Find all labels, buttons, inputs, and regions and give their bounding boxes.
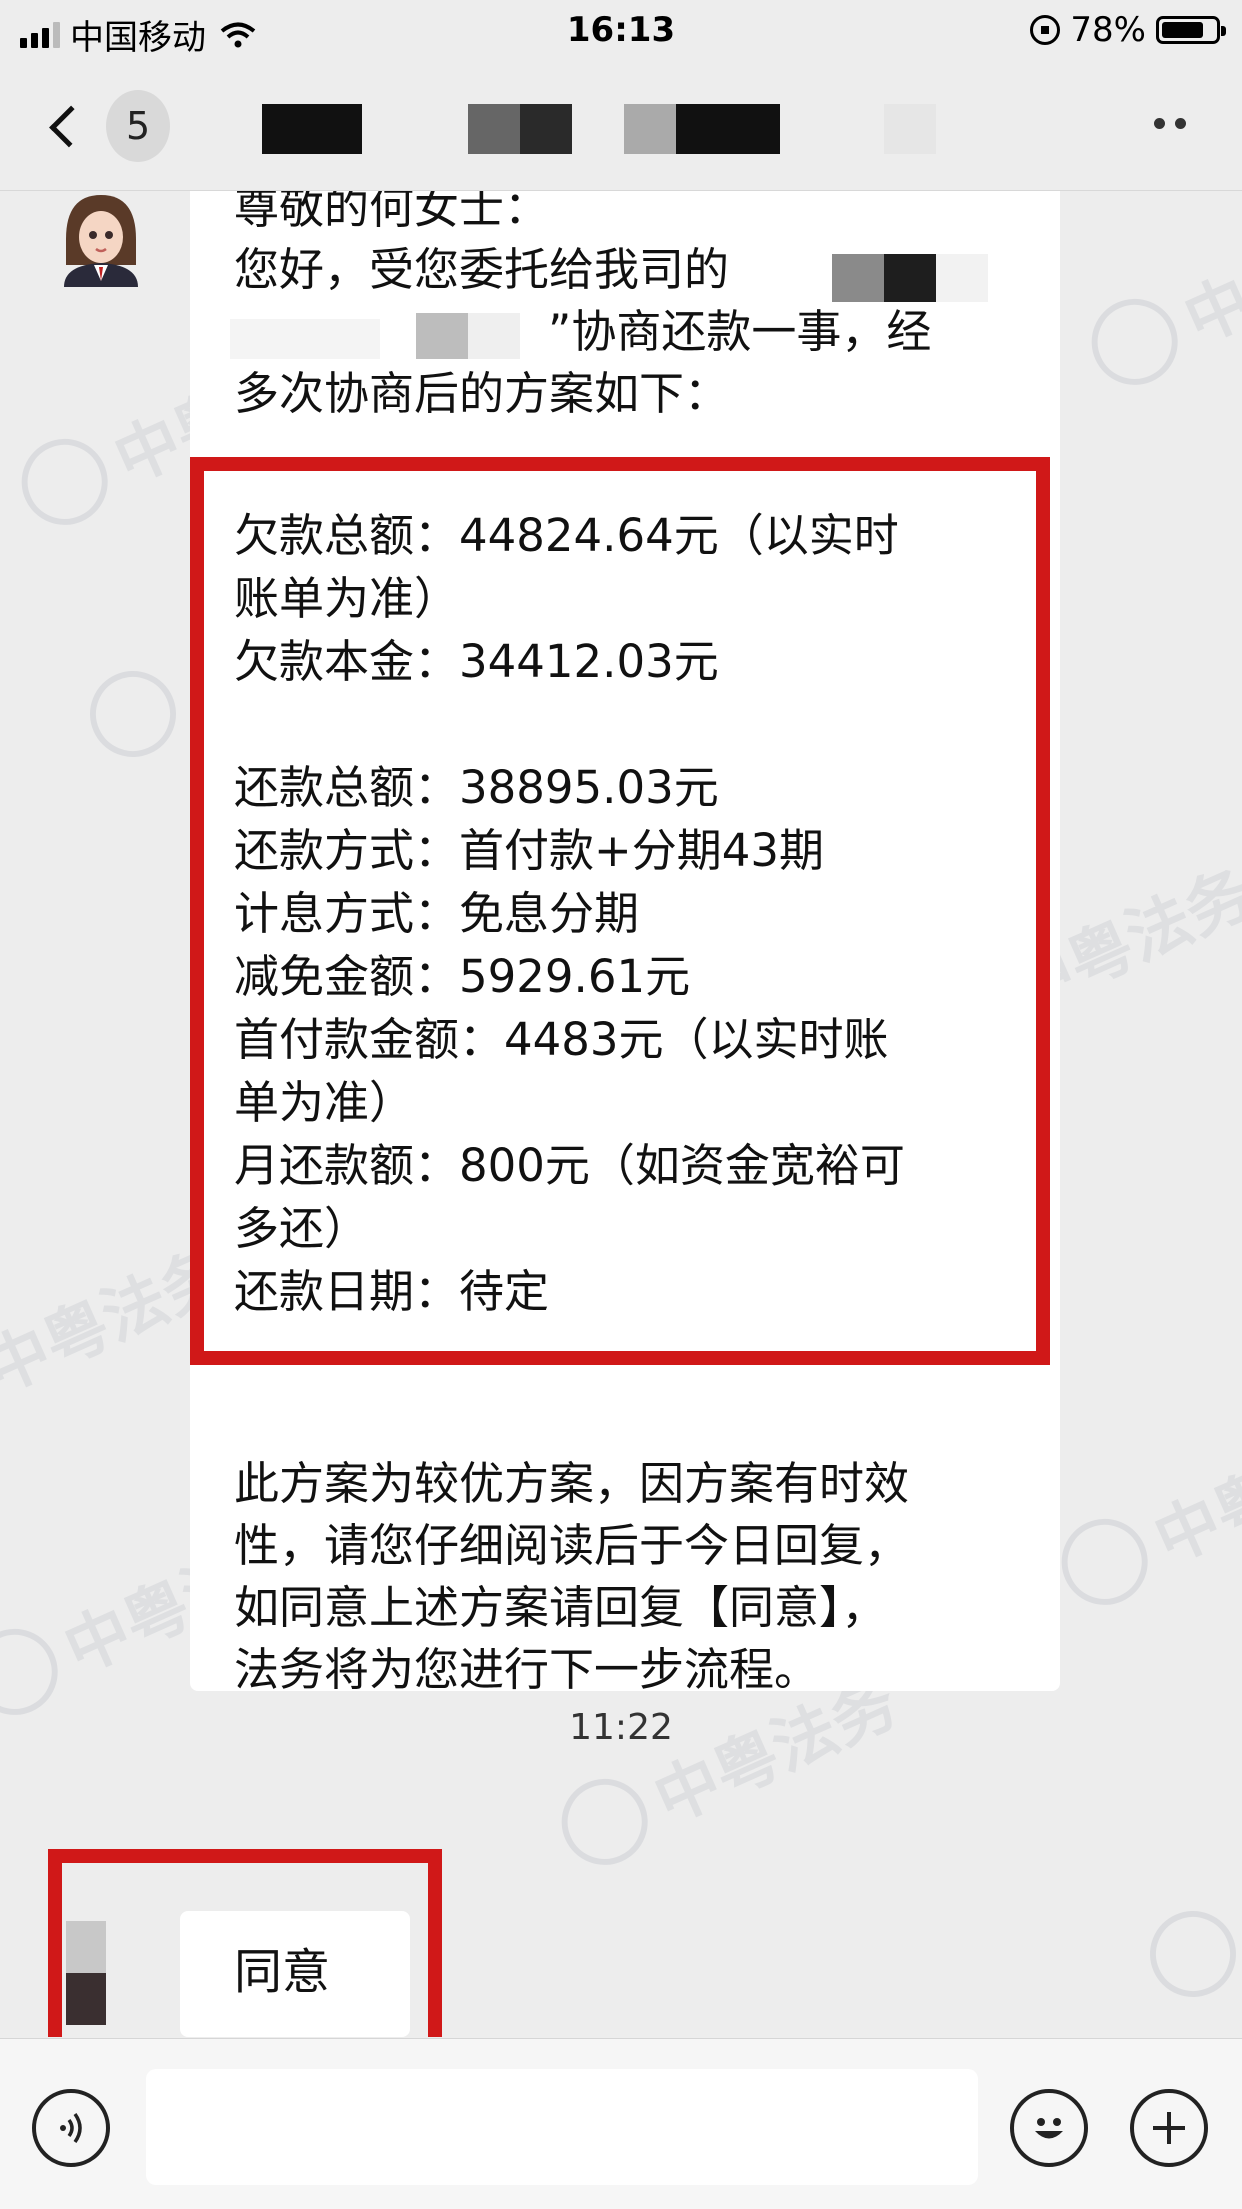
watermark [76, 657, 190, 771]
plan-highlight-box [190, 457, 1050, 1365]
battery-percent: 78% [1070, 10, 1146, 50]
message-line: 尊敬的何女士： [234, 191, 550, 234]
redaction-block [262, 104, 362, 154]
plus-icon [1153, 2112, 1185, 2144]
voice-button[interactable] [32, 2089, 110, 2167]
reply-highlight-box [48, 1849, 442, 2037]
redaction-block [520, 104, 572, 154]
message-input[interactable] [146, 2069, 978, 2185]
status-right: 78% [1030, 10, 1226, 50]
seal-icon [547, 1765, 662, 1879]
more-button[interactable] [1154, 118, 1186, 129]
emoji-icon [1035, 2118, 1063, 2139]
seal-icon [1047, 1505, 1162, 1619]
agent-avatar[interactable] [56, 191, 146, 287]
message-line: 如同意上述方案请回复【同意】， [234, 1581, 887, 1634]
watermark: 中粤法务 [1047, 1393, 1242, 1622]
redaction-block [884, 104, 936, 154]
emoji-button[interactable] [1010, 2089, 1088, 2167]
watermark: 中粤法务 [1077, 191, 1242, 401]
redaction-block [884, 254, 936, 302]
status-bar: 中国移动 16:13 78% [0, 0, 1242, 62]
redaction-block [468, 313, 520, 359]
message-timestamp: 11:22 [569, 1707, 673, 1748]
message-line: 多次协商后的方案如下： [234, 367, 730, 420]
message-line: 法务将为您进行下一步流程。 [234, 1643, 820, 1696]
more-functions-button[interactable] [1130, 2089, 1208, 2167]
voice-icon [60, 2112, 82, 2144]
more-icon [1154, 118, 1165, 129]
watermark [1136, 1897, 1242, 2011]
seal-icon [1136, 1897, 1242, 2011]
battery-icon [1156, 16, 1226, 44]
redaction-block [468, 104, 520, 154]
redaction-block [676, 104, 780, 154]
chat-area[interactable]: 中粤法务 中粤法务 中粤法务 中粤法务 中粤法务 中粤法务 中粤法务 尊敬的何女… [0, 191, 1242, 2037]
rotation-lock-icon [1030, 15, 1061, 45]
redaction-block [832, 254, 884, 302]
seal-icon [7, 425, 122, 539]
input-bar [0, 2038, 1242, 2209]
more-icon [1175, 118, 1186, 129]
redaction-block [230, 319, 380, 359]
battery-fill [1162, 22, 1203, 38]
message-line: 性，请您仔细阅读后于今日回复， [234, 1519, 910, 1572]
seal-icon [1077, 285, 1192, 399]
chat-title-redacted[interactable] [0, 104, 1242, 154]
message-line: ”协商还款一事，经 [548, 305, 932, 358]
redaction-block [624, 104, 676, 154]
redaction-block [416, 313, 468, 359]
redaction-block [936, 254, 988, 302]
message-line: 此方案为较优方案，因方案有时效 [234, 1457, 910, 1510]
seal-icon [76, 657, 190, 771]
message-line: 您好，受您委托给我司的 [234, 243, 730, 296]
chat-nav-bar: 5 [0, 62, 1242, 191]
